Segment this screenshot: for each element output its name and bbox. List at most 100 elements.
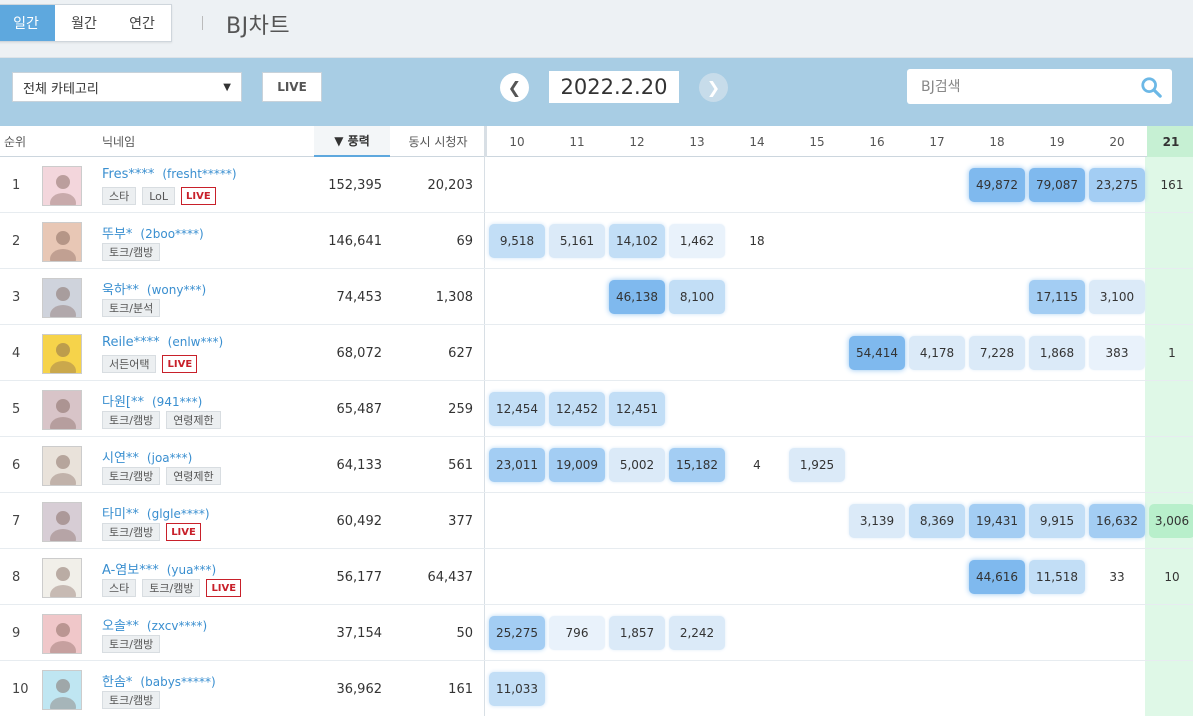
bj-name: Reile****	[102, 335, 160, 350]
day-value-cell: 19,431	[969, 504, 1025, 538]
bj-name: 오솔**	[102, 619, 139, 634]
next-date-button[interactable]: ❯	[699, 73, 728, 102]
toolbar: 전체 카테고리 ▼ LIVE ❮ 2022.2.20 ❯	[0, 58, 1193, 126]
category-tag[interactable]: 토크/캠방	[102, 467, 161, 485]
bj-nickname-link[interactable]: 한솜* (babys*****)	[102, 671, 216, 690]
avatar[interactable]	[42, 502, 82, 542]
avatar[interactable]	[42, 558, 82, 598]
avatar[interactable]	[42, 166, 82, 206]
power-value: 74,453	[336, 289, 383, 305]
day-value-cell: 18	[749, 234, 765, 248]
day-value-cell: 49,872	[969, 168, 1025, 202]
tab-yearly[interactable]: 연간	[113, 5, 171, 41]
category-tag[interactable]: 토크/캠방	[102, 523, 161, 541]
category-tags: 토크/캠방	[102, 635, 161, 653]
category-tag[interactable]: 토크/캠방	[102, 635, 161, 653]
period-tabs: 일간 월간 연간	[0, 4, 172, 42]
power-value: 56,177	[336, 569, 383, 585]
category-tags: 토크/분석	[102, 299, 161, 317]
bj-name: Fres****	[102, 167, 155, 182]
bj-nickname-link[interactable]: 시연** (joa***)	[102, 447, 192, 466]
day-value-cell: 1,857	[609, 616, 665, 650]
table-row[interactable]: 9 오솔** (zxcv****) 토크/캠방 37,154 50 25,275 796 1,8…	[0, 605, 1193, 661]
table-row[interactable]: 4 Reile**** (enlw***) 서든어택 LIVE 68,072 627 54,4…	[0, 325, 1193, 381]
category-tags: 서든어택 LIVE	[102, 355, 198, 373]
category-tags: 토크/캠방 LIVE	[102, 523, 201, 541]
day-value-cell: 4,178	[909, 336, 965, 370]
search-input[interactable]	[907, 70, 1127, 103]
viewers-value: 64,437	[427, 569, 474, 585]
day-value-cell: 1,462	[669, 224, 725, 258]
day-header-12: 12	[629, 134, 645, 149]
avatar-silhouette	[50, 399, 76, 429]
search-icon[interactable]	[1140, 76, 1162, 98]
category-select[interactable]: 전체 카테고리 ▼	[12, 72, 242, 102]
live-filter-button[interactable]: LIVE	[262, 72, 322, 102]
live-badge[interactable]: LIVE	[206, 579, 242, 597]
avatar[interactable]	[42, 390, 82, 430]
bj-nickname-link[interactable]: 오솔** (zxcv****)	[102, 615, 207, 634]
category-tag[interactable]: 토크/캠방	[102, 411, 161, 429]
header-viewers[interactable]: 동시 시청자	[396, 126, 480, 157]
day-value-cell: 15,182	[669, 448, 725, 482]
table-row[interactable]: 5 다원[** (941***) 토크/캠방 연령제한 65,487 259 12,454 12…	[0, 381, 1193, 437]
category-tag[interactable]: 토크/캠방	[102, 243, 161, 261]
viewers-value: 561	[448, 457, 473, 473]
avatar[interactable]	[42, 222, 82, 262]
category-tag[interactable]: 스타	[102, 187, 137, 205]
category-tag[interactable]: LoL	[142, 187, 176, 205]
avatar[interactable]	[42, 446, 82, 486]
table-row[interactable]: 7 타미** (glgle****) 토크/캠방 LIVE 60,492 377 3,139 8…	[0, 493, 1193, 549]
category-tag[interactable]: 연령제한	[166, 467, 221, 485]
prev-date-button[interactable]: ❮	[500, 73, 529, 102]
tab-daily[interactable]: 일간	[0, 5, 55, 41]
avatar-silhouette	[50, 567, 76, 597]
live-badge[interactable]: LIVE	[181, 187, 216, 205]
rank-number: 9	[12, 625, 21, 641]
table-row[interactable]: 6 시연** (joa***) 토크/캠방 연령제한 64,133 561 23,011 19,…	[0, 437, 1193, 493]
rank-number: 3	[12, 289, 21, 305]
bj-id: (wony***)	[146, 283, 207, 297]
bj-nickname-link[interactable]: A-염보*** (yua***)	[102, 559, 216, 578]
day-value-cell: 796	[549, 616, 605, 650]
category-tag[interactable]: 토크/캠방	[102, 691, 161, 709]
category-tag[interactable]: 토크/분석	[102, 299, 161, 317]
tab-monthly[interactable]: 월간	[55, 5, 113, 41]
avatar[interactable]	[42, 614, 82, 654]
bj-nickname-link[interactable]: Fres**** (fresht*****)	[102, 167, 237, 182]
day-value-cell: 1	[1168, 346, 1176, 360]
power-value: 152,395	[328, 177, 382, 193]
category-tag[interactable]: 스타	[102, 579, 137, 597]
chevron-right-icon: ❯	[706, 78, 721, 97]
day-value-cell: 8,100	[669, 280, 725, 314]
viewers-value: 259	[448, 401, 473, 417]
category-tags: 토크/캠방	[102, 243, 161, 261]
bj-name: 뚜부*	[102, 227, 133, 242]
header-power-sort[interactable]: ▼ 풍력	[314, 126, 390, 157]
live-badge[interactable]: LIVE	[162, 355, 198, 373]
live-badge[interactable]: LIVE	[166, 523, 201, 541]
day-value-cell: 54,414	[849, 336, 905, 370]
table-row[interactable]: 1 Fres**** (fresht*****) 스타 LoL LIVE 152,395 20…	[0, 157, 1193, 213]
table-row[interactable]: 10 한솜* (babys*****) 토크/캠방 36,962 161 11,033	[0, 661, 1193, 716]
bj-nickname-link[interactable]: 욱하** (wony***)	[102, 279, 206, 298]
avatar[interactable]	[42, 334, 82, 374]
category-tag[interactable]: 서든어택	[102, 355, 157, 373]
viewers-value: 69	[456, 233, 473, 249]
avatar[interactable]	[42, 278, 82, 318]
bj-nickname-link[interactable]: 뚜부* (2boo****)	[102, 223, 204, 242]
table-row[interactable]: 3 욱하** (wony***) 토크/분석 74,453 1,308 46,138 8,10…	[0, 269, 1193, 325]
viewers-value: 161	[448, 681, 473, 697]
day-value-cell: 3,139	[849, 504, 905, 538]
category-tag[interactable]: 토크/캠방	[142, 579, 201, 597]
avatar-silhouette	[50, 175, 76, 205]
bj-nickname-link[interactable]: Reile**** (enlw***)	[102, 335, 223, 350]
bj-nickname-link[interactable]: 다원[** (941***)	[102, 391, 202, 410]
table-row[interactable]: 2 뚜부* (2boo****) 토크/캠방 146,641 69 9,518 5,161 14…	[0, 213, 1193, 269]
avatar[interactable]	[42, 670, 82, 710]
category-tags: 토크/캠방 연령제한	[102, 467, 221, 485]
rank-number: 4	[12, 345, 21, 361]
table-row[interactable]: 8 A-염보*** (yua***) 스타 토크/캠방 LIVE 56,177 64,437 4…	[0, 549, 1193, 605]
category-tag[interactable]: 연령제한	[166, 411, 221, 429]
bj-nickname-link[interactable]: 타미** (glgle****)	[102, 503, 210, 522]
